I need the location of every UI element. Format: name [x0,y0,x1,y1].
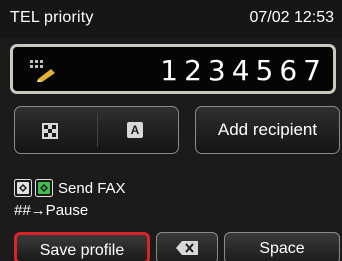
divider [97,113,98,147]
send-fax-label: Send FAX [58,179,126,197]
backspace-icon [176,241,198,255]
add-recipient-label: Add recipient [217,120,318,139]
add-recipient-button[interactable]: Add recipient [195,106,340,154]
alpha-icon: A [127,122,143,138]
fax-number-value: 1234567 [160,54,327,87]
status-bar: TEL priority 07/02 12:53 [0,0,342,38]
start-color-icon [35,179,53,197]
space-button[interactable]: Space [224,232,340,261]
send-fax-hint: Send FAX [14,179,126,197]
space-label: Space [259,240,305,257]
mode-label: TEL priority [10,9,94,26]
save-profile-button[interactable]: Save profile [14,232,150,261]
keyboard-icon [30,60,55,82]
checker-icon [42,123,58,139]
save-profile-label: Save profile [39,242,125,259]
pause-hint: ##→Pause [14,202,89,219]
fax-number-field[interactable]: 1234567 [10,44,336,94]
start-mono-icon [14,179,32,197]
character-type-button[interactable]: A [14,106,179,154]
date-time: 07/02 12:53 [249,9,334,26]
backspace-button[interactable] [156,232,218,261]
